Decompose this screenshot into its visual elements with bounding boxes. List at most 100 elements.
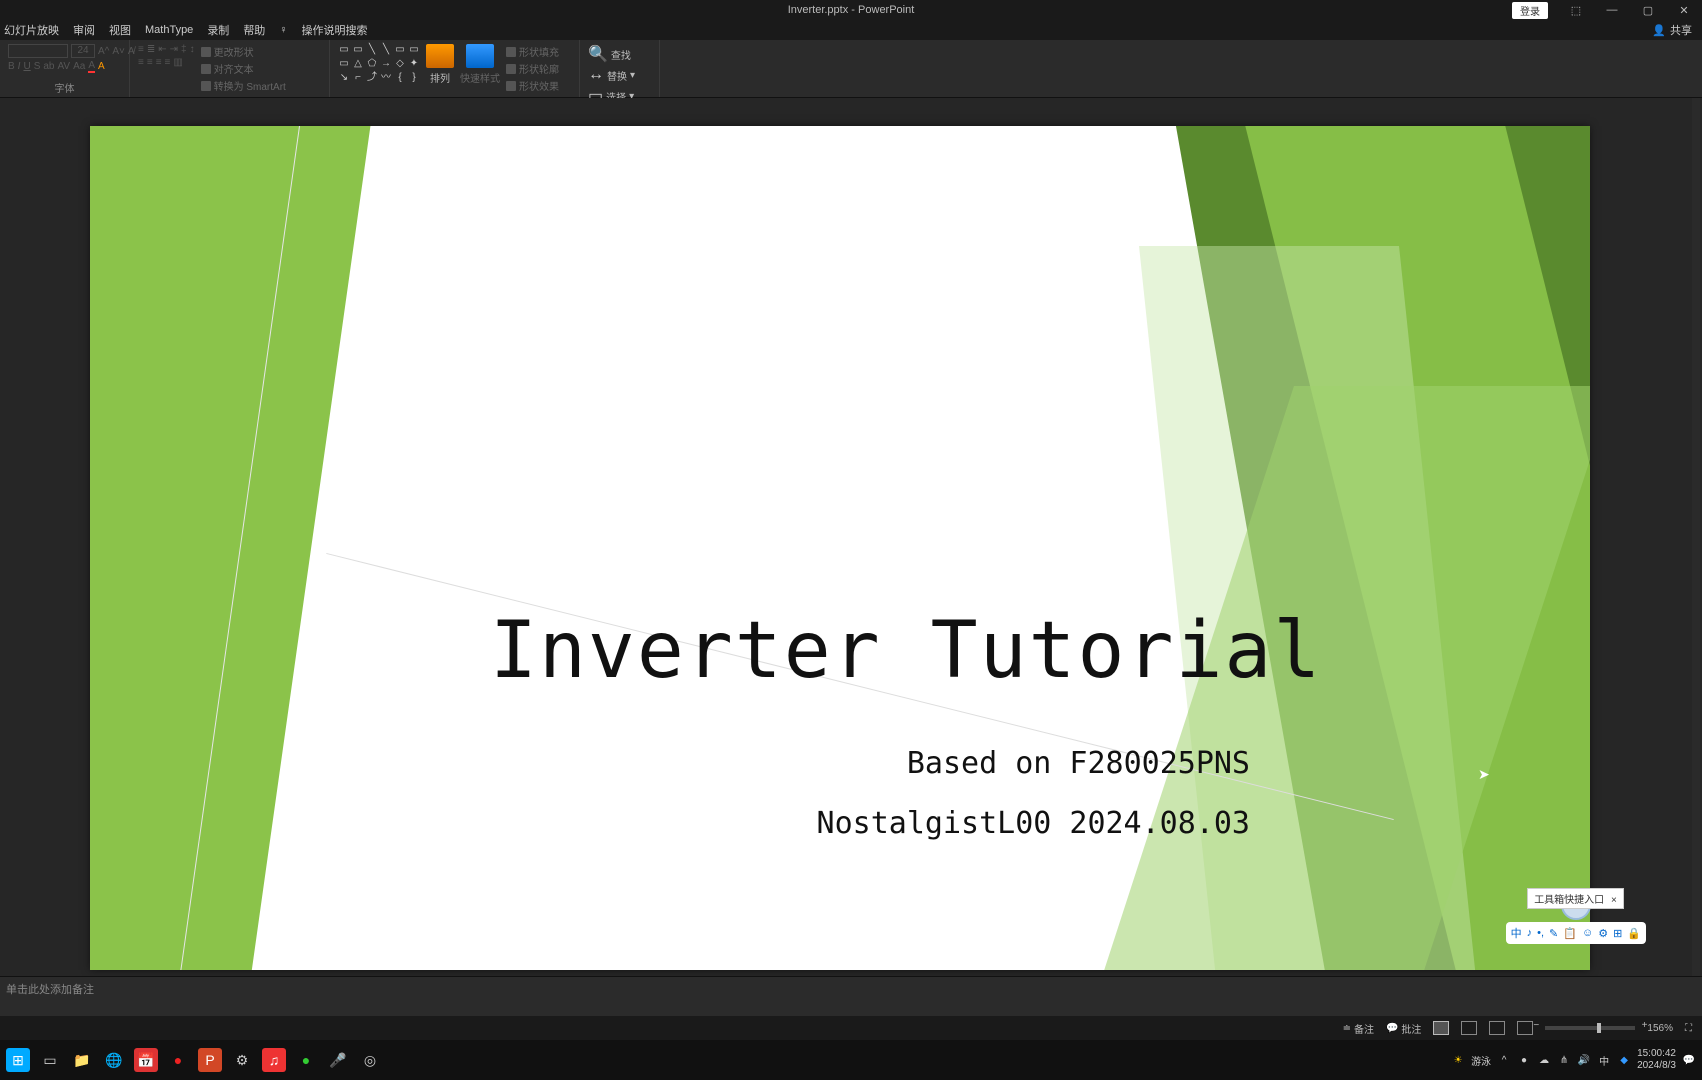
indent-inc-button[interactable]: ⇥ [170,44,178,55]
maximize-button[interactable]: ▢ [1630,0,1666,20]
shape-pentagon-icon[interactable]: ⬠ [366,58,378,70]
ribbon-display-options-icon[interactable]: ⬚ [1558,0,1594,20]
ime-tray-icon[interactable]: 中 [1597,1053,1611,1067]
line-spacing-button[interactable]: ‡ [181,44,187,55]
font-family-combo[interactable] [8,44,68,58]
explorer-icon[interactable]: 📁 [70,1048,94,1072]
shapes-gallery[interactable]: ▭ ▭ ╲ ╲ ▭ ▭ ▭ △ ⬠ → ◇ ✦ ↘ ⌐ ⤴ 〰 { } [338,44,420,84]
arrange-button[interactable]: 排列 [426,44,454,85]
ime-tooltip-close[interactable]: × [1611,895,1617,906]
slide-subtitle2-text[interactable]: NostalgistL00 2024.08.03 [817,806,1250,841]
shape-brace-r-icon[interactable]: } [408,72,420,84]
shape-star-icon[interactable]: ✦ [408,58,420,70]
shape-arrow2-icon[interactable]: ↘ [338,72,350,84]
align-left-button[interactable]: ≡ [138,57,144,68]
view-normal-button[interactable] [1433,1021,1449,1035]
minimize-button[interactable]: — [1594,0,1630,20]
case-button[interactable]: Aa [73,61,85,72]
align-right-button[interactable]: ≡ [156,57,162,68]
slide-title-text[interactable]: Inverter Tutorial [490,606,1322,696]
ime-mode-button[interactable]: 中 [1511,925,1522,941]
weather-text[interactable]: 游泳 [1471,1053,1491,1068]
italic-button[interactable]: I [18,61,21,72]
shape-fill-button[interactable]: 形状填充 [519,44,559,59]
bullets-button[interactable]: ≡ [138,44,144,55]
menu-mathtype[interactable]: MathType [145,24,193,36]
ime-emoji-icon[interactable]: ☺ [1582,927,1593,939]
fit-to-window-button[interactable]: ⛶ [1685,1023,1692,1034]
view-sorter-button[interactable] [1461,1021,1477,1035]
menu-review[interactable]: 审阅 [73,22,95,38]
app-green-icon[interactable]: ● [294,1048,318,1072]
app-red-icon[interactable]: ● [166,1048,190,1072]
font-color-button[interactable]: A [88,60,95,73]
view-reading-button[interactable] [1489,1021,1505,1035]
ime-punct-button[interactable]: •, [1537,927,1544,939]
tray-overflow-button[interactable]: ^ [1497,1053,1511,1067]
text-direction-button[interactable]: ↕ [190,44,195,55]
mic-icon[interactable]: 🎤 [326,1048,350,1072]
find-button[interactable]: 查找 [611,47,631,62]
increase-font-icon[interactable]: A^ [98,46,109,57]
slide-edit-area[interactable]: Inverter Tutorial Based on F280025PNS No… [0,98,1702,976]
shape-triangle-icon[interactable]: △ [352,58,364,70]
shape-arrow-icon[interactable]: → [380,58,392,70]
underline-button[interactable]: U [23,61,30,72]
menu-help[interactable]: 帮助 [243,22,265,38]
strike-button[interactable]: S [34,61,41,72]
bold-button[interactable]: B [8,61,15,72]
replace-button[interactable]: 替换 [607,68,627,83]
comments-toggle-button[interactable]: 💬 批注 [1386,1021,1421,1036]
ime-handwrite-icon[interactable]: ✎ [1549,927,1558,940]
zoom-level[interactable]: 156% [1647,1023,1673,1034]
columns-button[interactable]: ▥ [173,57,182,68]
decrease-font-icon[interactable]: A˅ [112,46,125,57]
login-button[interactable]: 登录 [1512,2,1548,19]
ime-grid-icon[interactable]: ⊞ [1613,927,1622,940]
spacing-button[interactable]: AV [57,61,70,72]
obs-icon[interactable]: ◎ [358,1048,382,1072]
start-button[interactable]: ⊞ [6,1048,30,1072]
notes-toggle-button[interactable]: ≐ 备注 [1343,1021,1374,1036]
align-text-button[interactable]: 对齐文本 [214,61,254,76]
system-clock[interactable]: 15:00:42 2024/8/3 [1637,1048,1676,1072]
shape-outline-button[interactable]: 形状轮廓 [519,61,559,76]
task-view-button[interactable]: ▭ [38,1048,62,1072]
view-slideshow-button[interactable] [1517,1021,1533,1035]
music-app-icon[interactable]: ♫ [262,1048,286,1072]
settings-icon[interactable]: ⚙ [230,1048,254,1072]
shape-line-icon[interactable]: ╲ [366,44,378,56]
shape-rect2-icon[interactable]: ▭ [352,44,364,56]
zoom-slider[interactable] [1545,1026,1635,1030]
shape-curve-icon[interactable]: ⤴ [366,72,378,84]
edge-icon[interactable]: 🌐 [102,1048,126,1072]
slide-canvas[interactable]: Inverter Tutorial Based on F280025PNS No… [90,126,1590,970]
convert-smartart-button[interactable]: 转换为 SmartArt [214,78,286,93]
indent-dec-button[interactable]: ⇤ [158,44,166,55]
shape-rect4-icon[interactable]: ▭ [408,44,420,56]
shape-brace-l-icon[interactable]: { [394,72,406,84]
font-size-combo[interactable]: 24 [71,44,95,58]
notifications-button[interactable]: 💬 [1682,1053,1696,1067]
shape-effects-button[interactable]: 形状效果 [519,78,559,93]
close-button[interactable]: ✕ [1666,0,1702,20]
shape-rect3-icon[interactable]: ▭ [394,44,406,56]
ime-floating-widget[interactable]: 工具箱快捷入口 × 中 ♪ •, ✎ 📋 ☺ ⚙ ⊞ 🔒 [1506,890,1646,944]
ime-lock-icon[interactable]: 🔒 [1627,927,1641,940]
numbering-button[interactable]: ≣ [147,44,155,55]
tray-cloud-icon[interactable]: ☁ [1537,1053,1551,1067]
ime-clipboard-icon[interactable]: 📋 [1563,927,1577,940]
shape-diamond-icon[interactable]: ◇ [394,58,406,70]
notes-pane[interactable]: 单击此处添加备注 [0,976,1702,1016]
menu-slideshow[interactable]: 幻灯片放映 [4,22,59,38]
network-icon[interactable]: ⋔ [1557,1053,1571,1067]
powerpoint-icon[interactable]: P [198,1048,222,1072]
highlight-button[interactable]: A [98,61,105,72]
menu-view[interactable]: 视图 [109,22,131,38]
ime-sound-icon[interactable]: ♪ [1527,927,1533,939]
tray-app1-icon[interactable]: ● [1517,1053,1531,1067]
shadow-button[interactable]: ab [43,61,54,72]
justify-button[interactable]: ≡ [165,57,171,68]
share-button[interactable]: 共享 [1670,22,1692,38]
shape-elbow-icon[interactable]: ⌐ [352,72,364,84]
